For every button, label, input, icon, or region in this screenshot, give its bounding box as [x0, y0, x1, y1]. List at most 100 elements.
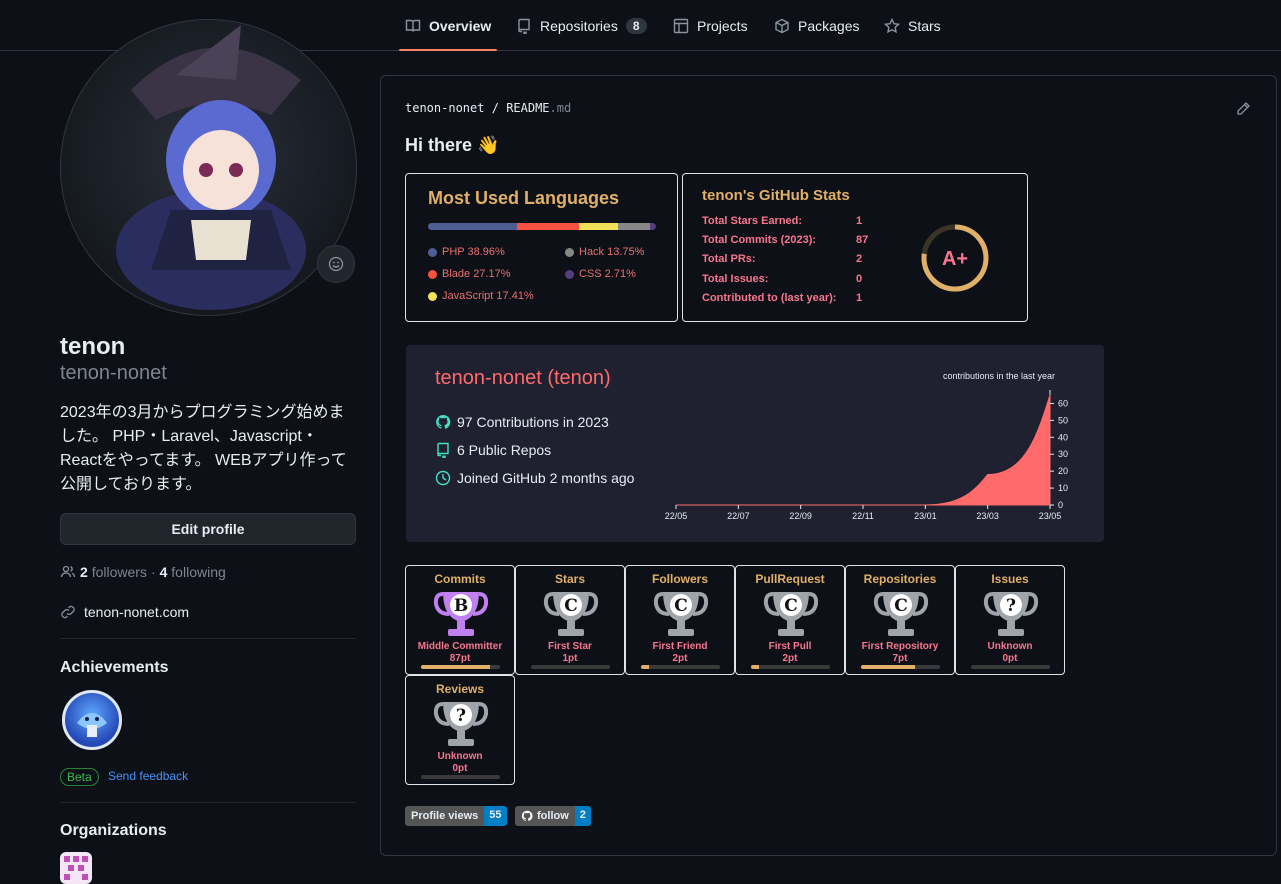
repo-icon [518, 18, 530, 34]
trophy-title: Stars [554, 572, 586, 586]
x-tick-label: 22/11 [852, 511, 874, 521]
trophy-issues[interactable]: Issues ? Unknown 0pt [955, 565, 1065, 675]
trophy-reviews[interactable]: Reviews ? Unknown 0pt [405, 675, 515, 785]
divider [60, 638, 356, 639]
contributions-area [676, 394, 1051, 506]
trophy-progress-fill [861, 665, 915, 669]
trophy-pullrequest[interactable]: PullRequest C First Pull 2pt [735, 565, 845, 675]
trophy-followers[interactable]: Followers C First Friend 2pt [625, 565, 735, 675]
language-bar-segment [649, 223, 656, 230]
tab-label: Packages [798, 17, 860, 34]
trophy-title: Reviews [435, 682, 485, 696]
y-tick-label: 30 [1058, 449, 1068, 459]
trophy-repositories[interactable]: Repositories C First Repository 7pt [845, 565, 955, 675]
organizations-heading: Organizations [60, 822, 167, 839]
set-status-button[interactable] [317, 245, 355, 283]
languages-card[interactable]: Most Used Languages PHP 38.96% Blade 27.… [405, 173, 678, 322]
trophy-name: Unknown [437, 751, 483, 762]
tab-label: Stars [908, 17, 941, 34]
tab-repositories[interactable]: Repositories 8 [516, 0, 647, 51]
stat-stars-label: Total Stars Earned: [702, 215, 803, 227]
trophy-rank: C [674, 596, 688, 616]
contributions-card[interactable]: tenon-nonet (tenon) 97 Contributions in … [406, 345, 1104, 542]
language-bar-segment [428, 223, 517, 230]
tab-label: Projects [697, 17, 748, 34]
profile-name: tenon [60, 333, 126, 360]
trophy-points: 1pt [562, 653, 578, 664]
tab-packages[interactable]: Packages [774, 0, 859, 51]
tab-stars[interactable]: Stars [884, 0, 941, 51]
contrib-count: 97 Contributions in 2023 [457, 414, 609, 430]
stat-stars-value: 1 [856, 215, 863, 227]
link-icon [61, 605, 75, 619]
stat-issues-value: 0 [856, 273, 863, 285]
readme-greeting: Hi there 👋 [405, 135, 500, 155]
y-tick-label: 20 [1058, 466, 1068, 476]
contrib-repos: 6 Public Repos [457, 442, 552, 458]
website-link[interactable]: tenon-nonet.com [84, 604, 189, 620]
avatar[interactable] [60, 19, 357, 316]
tab-label: Repositories [540, 17, 618, 34]
trophy-points: 87pt [449, 653, 471, 664]
tab-overview[interactable]: Overview [398, 0, 498, 51]
smiley-icon [328, 256, 344, 272]
y-tick-label: 60 [1058, 398, 1068, 408]
trophy-rank: C [784, 596, 798, 616]
stat-contributed-label: Contributed to (last year): [702, 292, 837, 304]
path-user[interactable]: tenon-nonet [405, 101, 484, 115]
trophy-name: Middle Committer [417, 641, 503, 652]
trophy-stars[interactable]: Stars C First Star 1pt [515, 565, 625, 675]
languages-title: Most Used Languages [428, 188, 620, 208]
edit-profile-button[interactable]: Edit profile [60, 513, 356, 545]
star-icon [884, 17, 900, 33]
path-file[interactable]: README [506, 101, 549, 115]
edit-readme-button[interactable] [1235, 101, 1251, 122]
follow-stats: 2 followers · 4 following [60, 564, 226, 580]
people-icon [60, 565, 76, 578]
followers-link[interactable]: 2 followers [80, 564, 147, 580]
following-count: 4 [159, 564, 168, 580]
views-label: Profile views [405, 806, 485, 826]
following-label: following [171, 564, 226, 580]
readme-path: tenon-nonet / README.md [405, 101, 571, 115]
trophy-cup-icon: C [543, 592, 599, 636]
trophy-progress [971, 665, 1050, 669]
profile-views-badge[interactable]: Profile views 55 [405, 806, 507, 826]
y-tick-label: 10 [1058, 483, 1068, 493]
stat-issues-label: Total Issues: [702, 273, 769, 285]
x-tick-label: 23/05 [1039, 511, 1062, 521]
trophy-progress-fill [641, 665, 649, 669]
chart-title: contributions in the last year [943, 371, 1055, 381]
trophy-name: First Repository [861, 641, 939, 652]
trophy-cup-icon: C [873, 592, 929, 636]
trophy-commits[interactable]: Commits B Middle Committer 87pt [405, 565, 515, 675]
trophy-progress [641, 665, 720, 669]
followers-label: followers [91, 564, 147, 580]
organization-avatar[interactable] [60, 852, 92, 884]
profile-bio: 2023年の3月からプログラミング始めました。 PHP・Laravel、Java… [60, 404, 347, 493]
trophy-rank: C [564, 596, 578, 616]
github-stats-card[interactable]: tenon's GitHub Stats Total Stars Earned:… [682, 173, 1028, 322]
trophy-points: 2pt [672, 653, 688, 664]
x-tick-label: 22/05 [665, 511, 688, 521]
follow-badge[interactable]: follow 2 [515, 806, 591, 826]
following-link[interactable]: 4 following [160, 564, 226, 580]
views-value: 55 [484, 806, 507, 826]
contrib-joined: Joined GitHub 2 months ago [457, 470, 635, 486]
separator-dot: · [150, 564, 156, 580]
trophy-name: Unknown [987, 641, 1033, 652]
pencil-icon [1237, 102, 1250, 115]
profile-login: tenon-nonet [60, 362, 167, 384]
avatar-illustration [116, 25, 306, 310]
achievement-badge[interactable] [62, 690, 122, 750]
languages-bar [428, 223, 656, 230]
table-icon [673, 18, 689, 33]
achievements-heading: Achievements [60, 659, 169, 676]
lang-blade: Blade 27.17% [428, 268, 511, 280]
trophy-cup-icon: ? [433, 702, 489, 746]
tab-projects[interactable]: Projects [673, 0, 748, 51]
send-feedback-link[interactable]: Send feedback [108, 769, 188, 783]
trophy-progress-fill [751, 665, 759, 669]
trophy-progress-fill [421, 665, 490, 669]
language-bar-segment [516, 223, 579, 230]
